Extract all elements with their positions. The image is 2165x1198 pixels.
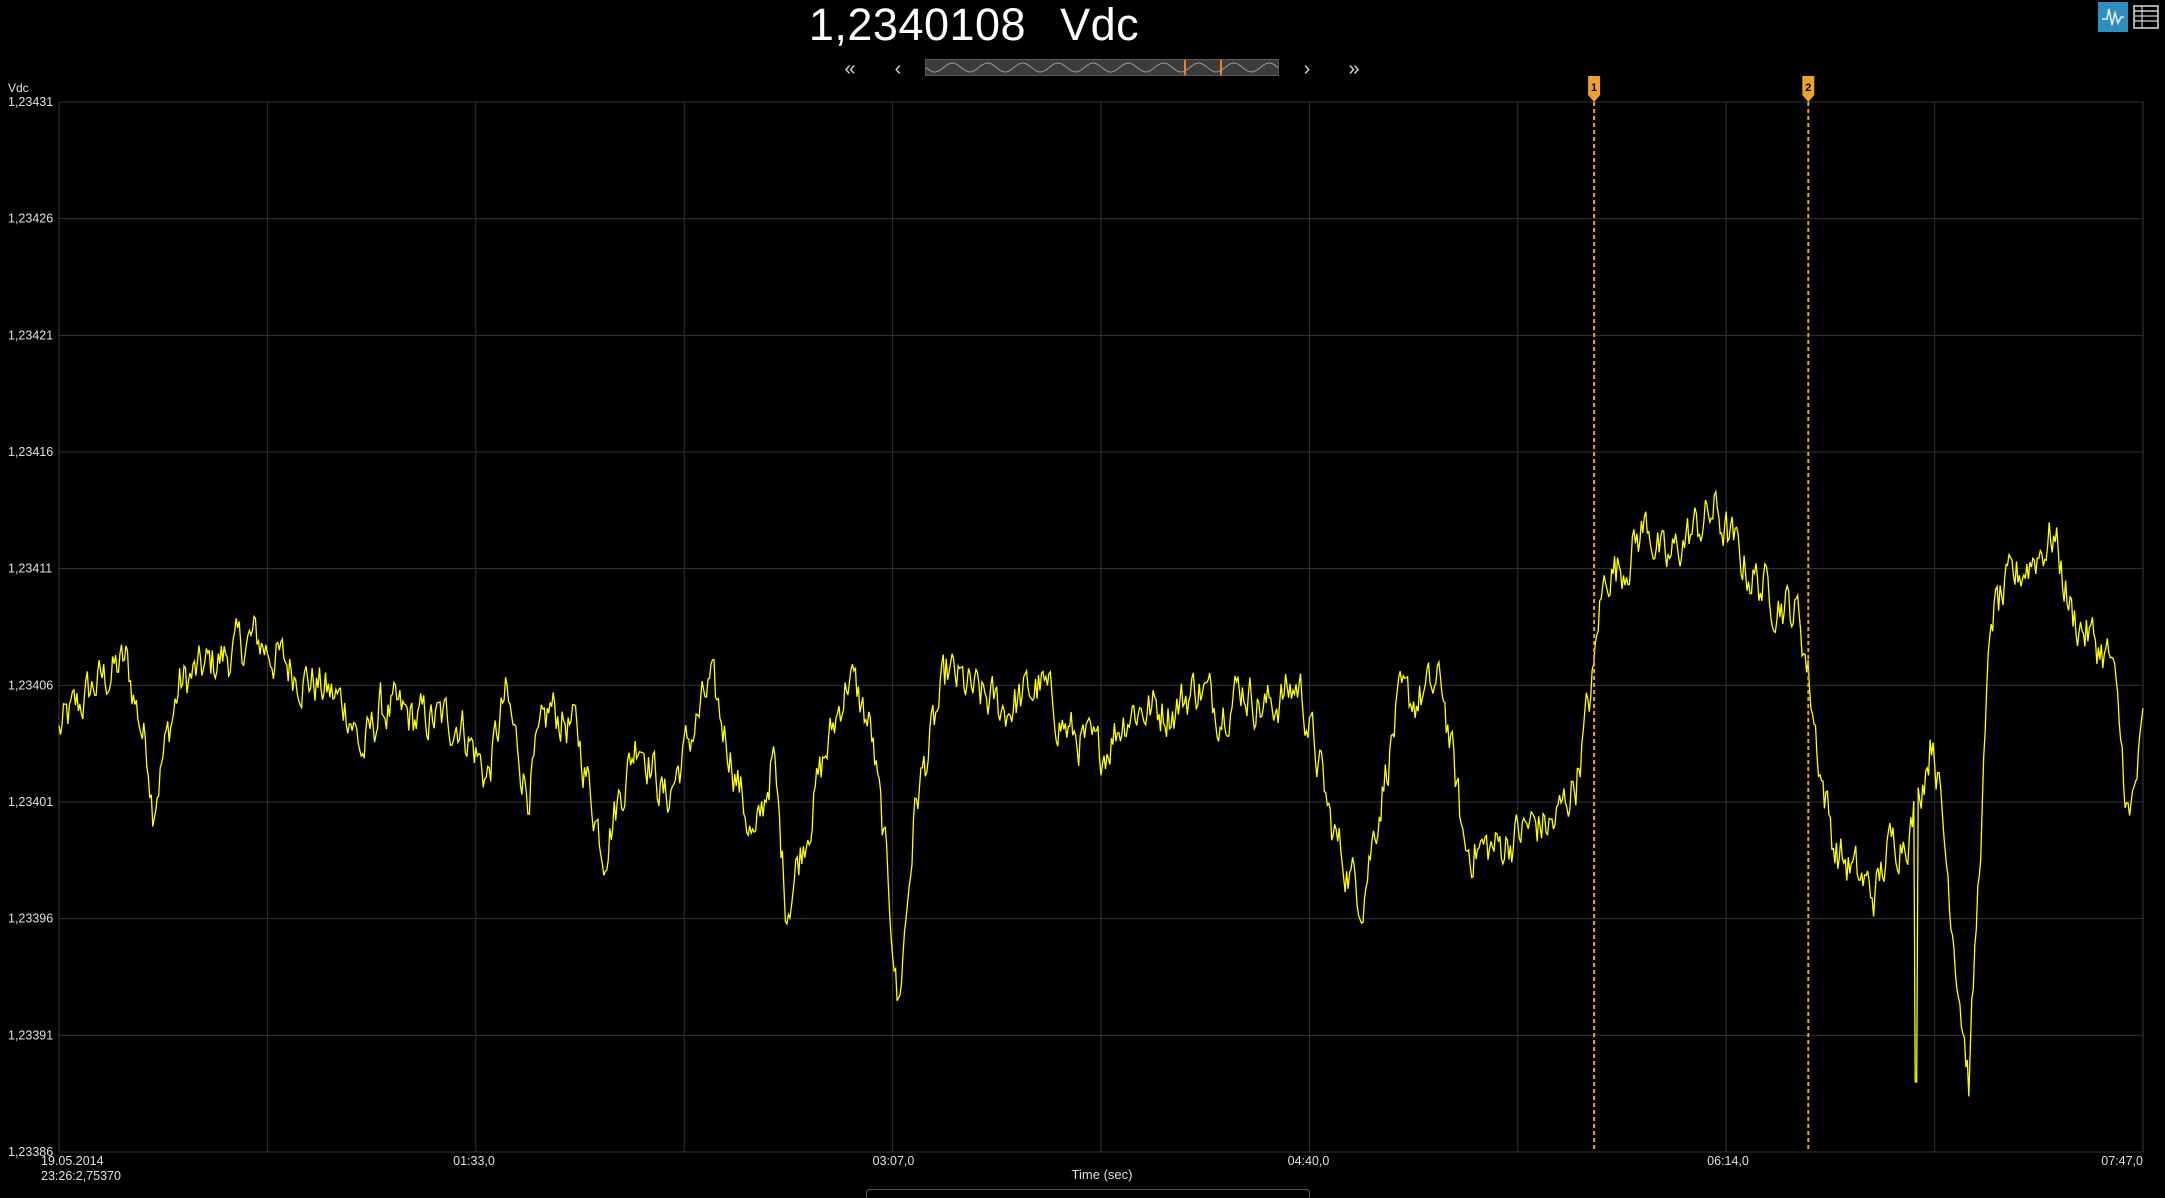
y-tick-label: 1,23406 <box>8 678 53 692</box>
x-axis-label: Time (sec) <box>1072 1167 1133 1182</box>
x-tick-label: 06:14,0 <box>1707 1154 1749 1168</box>
start-time-label: 23:26:2,75370 <box>41 1169 121 1183</box>
y-tick-label: 1,23391 <box>8 1028 53 1042</box>
axis-labels: 1,23431 1,23426 1,23421 1,23416 1,23411 1,234… <box>8 95 2143 1168</box>
y-axis-label: Vdc <box>8 81 29 95</box>
voltage-chart[interactable]: 12 1,234311,234261,234211,234161,234111,… <box>0 0 2165 1194</box>
y-tick-label: 1,23396 <box>8 912 53 926</box>
x-tick-label: 04:40,0 <box>1288 1154 1330 1168</box>
start-date-label: 19.05.2014 <box>41 1154 104 1168</box>
x-tick-label: 07:47,0 <box>2101 1154 2143 1168</box>
chart-grid <box>58 101 2144 1153</box>
x-tick-label: 01:33,0 <box>453 1154 495 1168</box>
cursor-label-1: 1 <box>1591 82 1597 94</box>
x-tick-label: 03:07,0 <box>873 1154 915 1168</box>
y-tick-label: 1,23426 <box>8 212 53 226</box>
y-tick-label: 1,23411 <box>8 562 52 576</box>
cursor-label-2: 2 <box>1805 82 1811 94</box>
y-tick-label: 1,23416 <box>8 445 53 459</box>
y-tick-label: 1,23421 <box>8 328 53 342</box>
y-tick-label: 1,23401 <box>8 795 53 809</box>
y-tick-label: 1,23431 <box>8 95 53 109</box>
